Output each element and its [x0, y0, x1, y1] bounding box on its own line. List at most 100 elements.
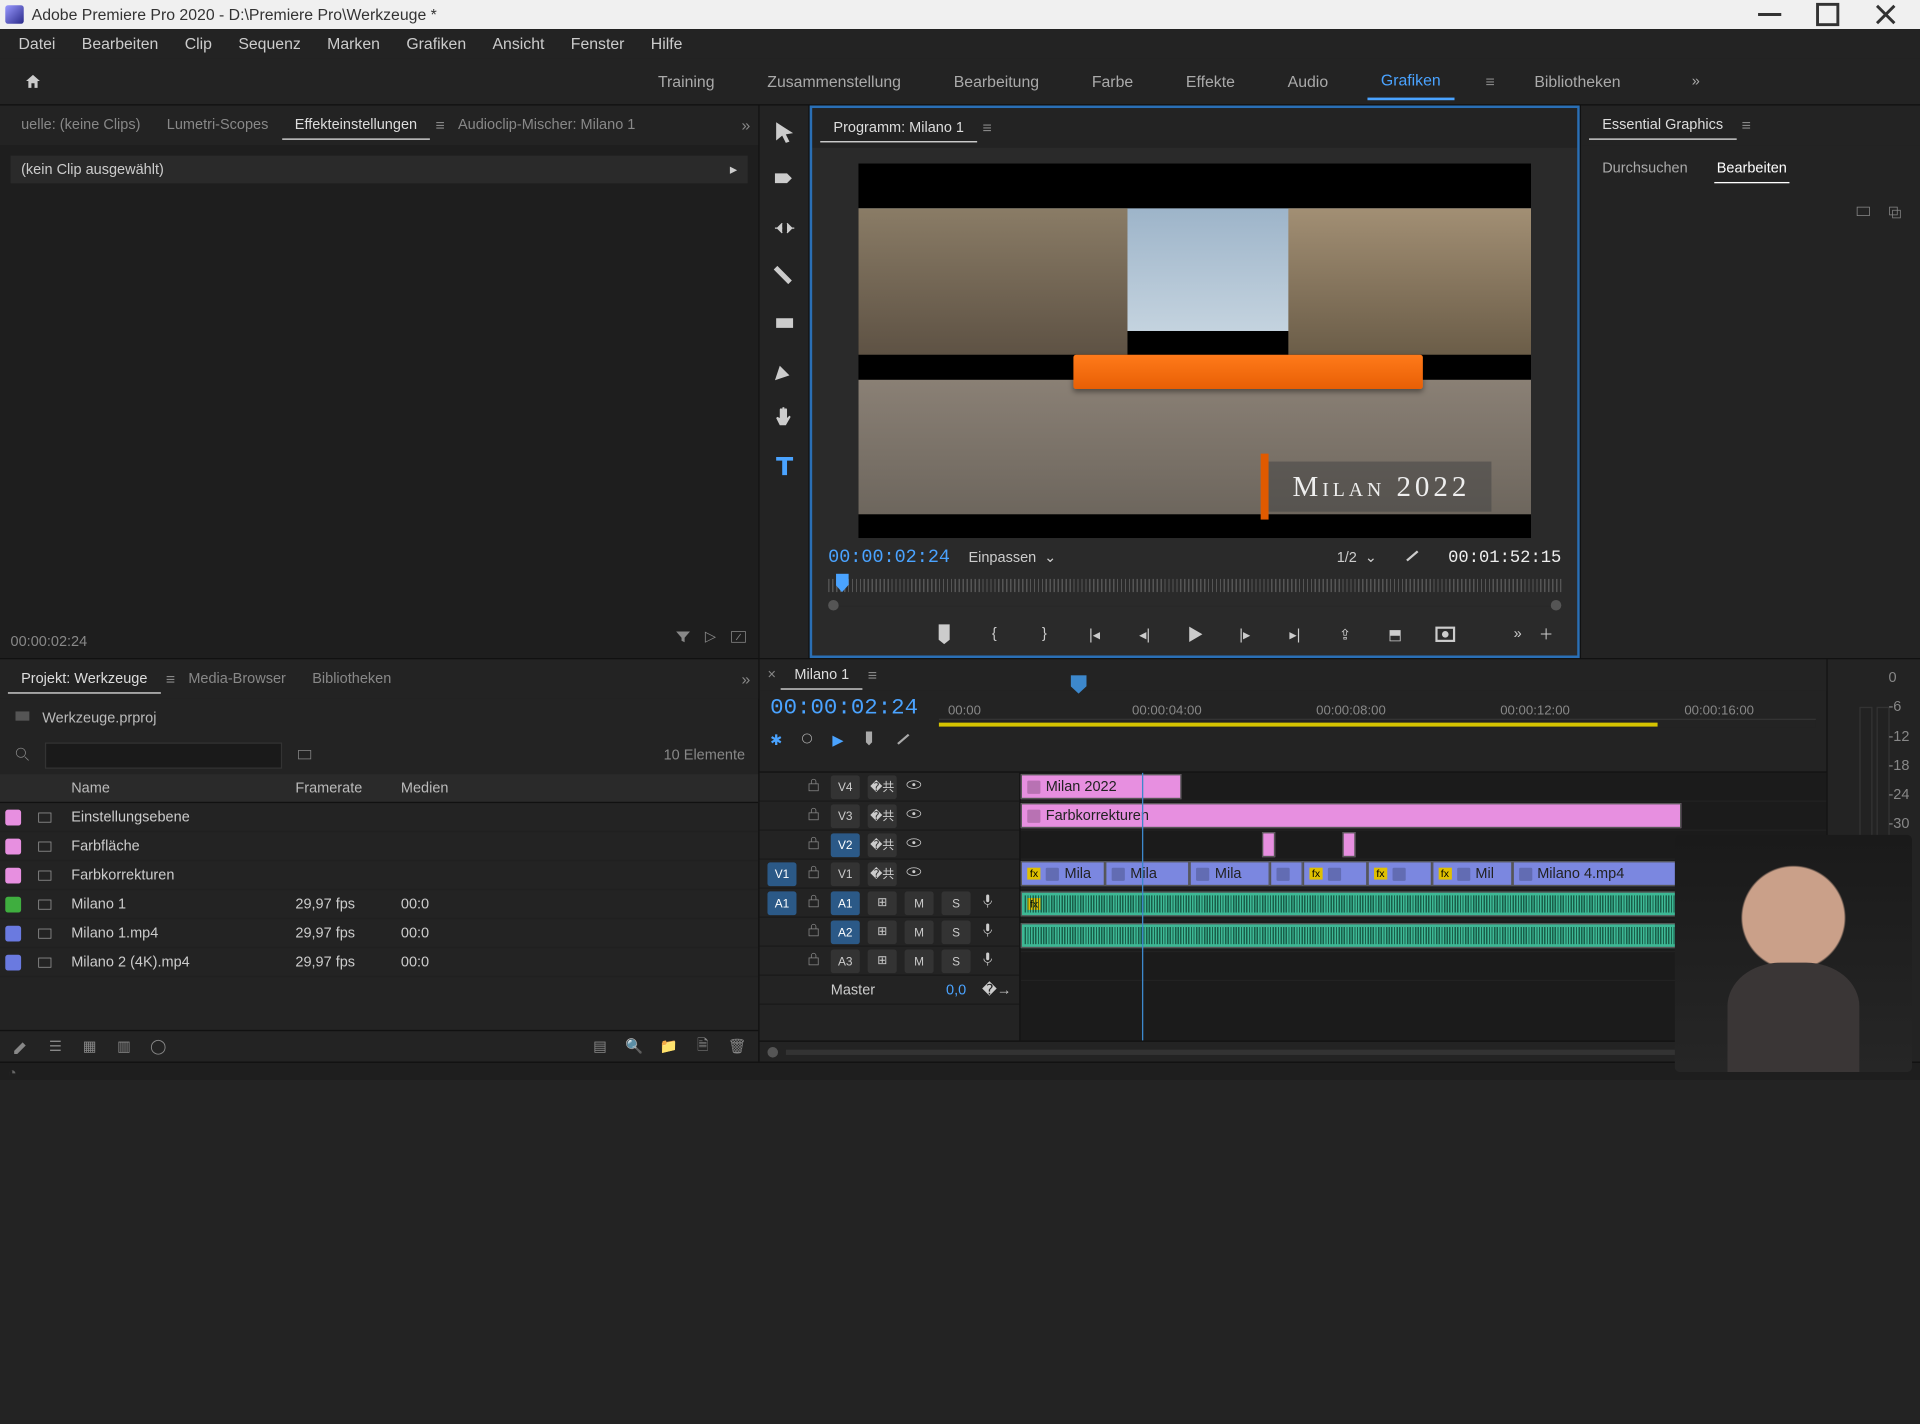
track-target-V1[interactable]: V1: [831, 862, 860, 886]
menu-bearbeiten[interactable]: Bearbeiten: [69, 32, 172, 56]
ws-farbe[interactable]: Farbe: [1079, 64, 1147, 98]
col-media[interactable]: Medien: [401, 780, 480, 796]
clip[interactable]: fx: [1367, 861, 1431, 886]
new-folder-icon[interactable]: 📁: [658, 1036, 679, 1057]
tab-media-browser[interactable]: Media-Browser: [175, 666, 299, 692]
maximize-button[interactable]: [1799, 0, 1857, 29]
new-item-icon[interactable]: 🗎: [692, 1036, 713, 1057]
sync-lock-icon[interactable]: ⊞: [868, 891, 897, 915]
track-target-A3[interactable]: A3: [831, 949, 860, 973]
play-only-icon[interactable]: ▷: [705, 628, 716, 650]
work-area-bar[interactable]: [939, 720, 1816, 728]
clip[interactable]: fxMila: [1021, 861, 1106, 886]
clip[interactable]: Mila: [1105, 861, 1190, 886]
menu-ansicht[interactable]: Ansicht: [479, 32, 557, 56]
hand-tool[interactable]: [769, 404, 798, 433]
clip[interactable]: Mila: [1190, 861, 1271, 886]
snap-icon[interactable]: ✱: [770, 732, 782, 749]
timeline-menu-icon[interactable]: ≡: [868, 666, 877, 684]
track-target-V2[interactable]: V2: [831, 833, 860, 857]
mute-button[interactable]: M: [905, 920, 934, 944]
tab-timeline-seq[interactable]: Milano 1: [781, 661, 862, 689]
lock-icon[interactable]: [804, 804, 822, 826]
col-name[interactable]: Name: [71, 780, 295, 796]
solo-button[interactable]: S: [942, 920, 971, 944]
clip[interactable]: Farbkorrekturen: [1021, 803, 1682, 828]
sync-lock-icon[interactable]: �共: [868, 775, 897, 799]
timeline-timecode[interactable]: 00:00:02:24: [770, 696, 918, 721]
settings-icon[interactable]: [1403, 546, 1421, 568]
expand-icon[interactable]: ▸: [730, 161, 737, 178]
ws-bearbeitung[interactable]: Bearbeitung: [941, 64, 1053, 98]
automate-icon[interactable]: ▤: [589, 1036, 610, 1057]
project-item[interactable]: Milano 1 29,97 fps 00:0: [0, 890, 758, 919]
source-patch-V1[interactable]: V1: [767, 862, 796, 886]
project-item[interactable]: Farbfläche: [0, 832, 758, 861]
lift-button[interactable]: ⇪: [1332, 621, 1358, 647]
eg-tab-edit[interactable]: Bearbeiten: [1714, 156, 1789, 184]
tab-lumetri-scopes[interactable]: Lumetri-Scopes: [154, 112, 282, 138]
add-marker-icon[interactable]: ▶: [832, 732, 843, 749]
find-icon[interactable]: 🔍: [624, 1036, 645, 1057]
ws-training[interactable]: Training: [645, 64, 728, 98]
source-patch-A1[interactable]: A1: [767, 891, 796, 915]
voiceover-icon[interactable]: [978, 920, 996, 942]
timeline-settings-icon[interactable]: [894, 729, 912, 751]
trash-icon[interactable]: 🗑: [727, 1036, 748, 1057]
track-target-V3[interactable]: V3: [831, 804, 860, 828]
mark-out-button[interactable]: }: [1031, 621, 1057, 647]
voiceover-icon[interactable]: [978, 891, 996, 913]
lock-icon[interactable]: [804, 862, 822, 884]
clip[interactable]: [1270, 861, 1302, 886]
step-back-button[interactable]: ◂|: [1131, 621, 1157, 647]
sync-lock-icon[interactable]: ⊞: [868, 920, 897, 944]
program-scrubber[interactable]: [828, 579, 1561, 592]
lock-icon[interactable]: [804, 949, 822, 971]
group-layers-icon[interactable]: [1886, 202, 1904, 224]
pen-tool[interactable]: [769, 356, 798, 385]
ws-grafiken[interactable]: Grafiken: [1368, 63, 1454, 100]
zoom-slider-icon[interactable]: ◯: [148, 1036, 169, 1057]
export-frame-icon[interactable]: [729, 628, 747, 650]
export-frame-button[interactable]: [1432, 621, 1458, 647]
clip[interactable]: fxMil: [1432, 861, 1513, 886]
list-view-icon[interactable]: ☰: [45, 1036, 66, 1057]
menu-hilfe[interactable]: Hilfe: [638, 32, 696, 56]
go-to-out-button[interactable]: ▸|: [1282, 621, 1308, 647]
lock-icon[interactable]: [804, 920, 822, 942]
ws-grafiken-menu-icon[interactable]: ≡: [1486, 72, 1495, 90]
add-marker-button[interactable]: [931, 621, 957, 647]
track-target-A2[interactable]: A2: [831, 920, 860, 944]
ws-zusammenstellung[interactable]: Zusammenstellung: [754, 64, 914, 98]
program-current-tc[interactable]: 00:00:02:24: [828, 547, 950, 568]
menu-grafiken[interactable]: Grafiken: [393, 32, 479, 56]
new-bin-icon[interactable]: [295, 744, 313, 766]
filter-icon[interactable]: [673, 628, 691, 650]
hscroll-bar[interactable]: [786, 1049, 1800, 1054]
linked-selection-icon[interactable]: [798, 729, 816, 751]
minimize-button[interactable]: [1741, 0, 1799, 29]
type-tool[interactable]: [769, 451, 798, 480]
tab-source[interactable]: uelle: (keine Clips): [8, 112, 154, 138]
tab-libraries[interactable]: Bibliotheken: [299, 666, 404, 692]
tab-close-icon[interactable]: ×: [767, 667, 775, 683]
slip-tool[interactable]: [769, 309, 798, 338]
track-target-A1[interactable]: A1: [831, 891, 860, 915]
title-overlay[interactable]: Milan 2022: [1266, 462, 1491, 512]
scrub-playhead[interactable]: [835, 574, 848, 592]
workspace-overflow-icon[interactable]: »: [1687, 68, 1706, 94]
sync-lock-icon[interactable]: �共: [868, 804, 897, 828]
project-overflow-icon[interactable]: »: [742, 670, 751, 688]
home-button[interactable]: [16, 65, 50, 97]
timeline-zoom-scroll[interactable]: [760, 1040, 1827, 1061]
lock-icon[interactable]: [804, 891, 822, 913]
track-select-tool[interactable]: [769, 166, 798, 195]
visibility-icon[interactable]: [905, 804, 923, 826]
fit-dropdown[interactable]: Einpassen⌄: [968, 549, 1056, 566]
sync-lock-icon[interactable]: �共: [868, 862, 897, 886]
clip[interactable]: fx: [1303, 861, 1367, 886]
extract-button[interactable]: ⬒: [1382, 621, 1408, 647]
menu-datei[interactable]: Datei: [5, 32, 68, 56]
voiceover-icon[interactable]: [978, 949, 996, 971]
visibility-icon[interactable]: [905, 833, 923, 855]
